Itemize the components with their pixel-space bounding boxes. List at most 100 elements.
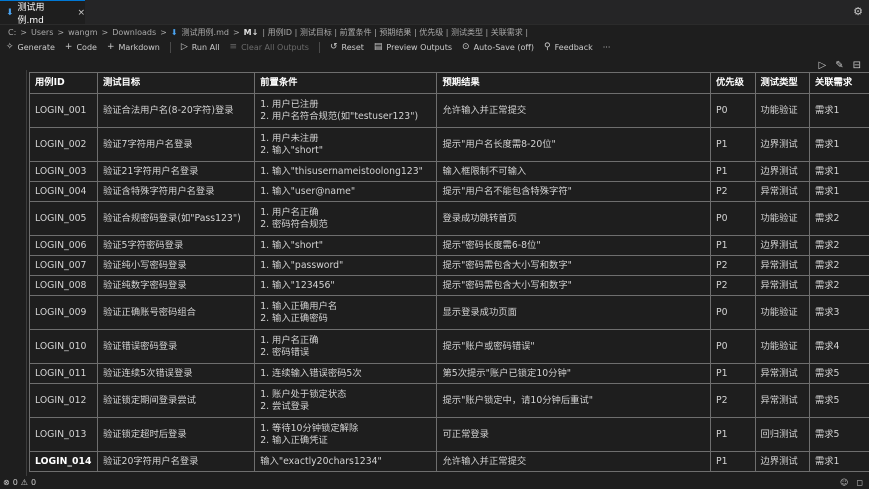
accounts-icon[interactable]: ☺ bbox=[840, 478, 848, 487]
cell-expected-result: 提示"密码长度需6-8位" bbox=[436, 235, 711, 256]
error-icon: ⊗ bbox=[3, 478, 10, 487]
cell-precondition: 1. 用户名正确 2. 密码符合规范 bbox=[254, 201, 438, 236]
more-actions-button[interactable]: ··· bbox=[603, 43, 611, 52]
cell-expected-result: 提示"账户锁定中，请10分钟后重试" bbox=[436, 383, 711, 418]
editor-tab[interactable]: ⬇ 测试用例.md × bbox=[0, 0, 85, 26]
precondition-line: 1. 用户名正确 bbox=[260, 206, 319, 218]
cell-requirement: 需求3 bbox=[808, 295, 869, 330]
precondition-line: 2. 输入"short" bbox=[260, 144, 324, 156]
cell-test-type: 异常测试 bbox=[754, 383, 810, 418]
cell-test-target: 验证合法用户名(8-20字符)登录 bbox=[96, 93, 256, 128]
error-count: 0 bbox=[12, 478, 18, 487]
cell-test-type: 功能验证 bbox=[754, 295, 810, 330]
preview-outputs-button[interactable]: ▤ Preview Outputs bbox=[374, 42, 452, 52]
markdown-symbol-icon: M↓ bbox=[243, 27, 259, 37]
cell-expected-result: 允许输入并正常提交 bbox=[436, 93, 711, 128]
markdown-cell[interactable]: 用例ID 测试目标 前置条件 预期结果 优先级 测试类型 关联需求 LOGIN_… bbox=[26, 70, 869, 476]
cell-precondition: 1. 账户处于锁定状态 2. 尝试登录 bbox=[254, 383, 438, 418]
gear-icon[interactable]: ⚙ bbox=[853, 5, 863, 18]
cell-expected-result: 提示"密码需包含大小写和数字" bbox=[436, 255, 711, 276]
breadcrumb-file[interactable]: 测试用例.md bbox=[182, 27, 229, 38]
precondition-line: 1. 账户处于锁定状态 bbox=[260, 388, 347, 400]
reset-button[interactable]: ↺ Reset bbox=[330, 42, 364, 52]
cell-requirement: 需求1 bbox=[808, 181, 869, 202]
column-header: 预期结果 bbox=[436, 72, 711, 94]
cell-expected-result: 提示"账户或密码错误" bbox=[436, 329, 711, 364]
cell-priority: P0 bbox=[709, 295, 756, 330]
cell-priority: P1 bbox=[709, 127, 756, 162]
cell-test-target: 验证20字符用户名登录 bbox=[96, 451, 256, 472]
cell-priority: P1 bbox=[709, 417, 756, 452]
cell-precondition: 1. 输入"thisusernameistoolong123" bbox=[254, 161, 438, 182]
cell-test-type: 异常测试 bbox=[754, 275, 810, 296]
cell-case-id: LOGIN_003 bbox=[29, 161, 98, 182]
plus-icon: + bbox=[64, 42, 73, 52]
table-row: LOGIN_003 验证21字符用户名登录 1. 输入"thisusernameis… bbox=[29, 161, 869, 182]
breadcrumb: C: > Users > wangm > Downloads > ⬇ 测试用例.… bbox=[8, 27, 529, 38]
table-row: LOGIN_010 验证错误密码登录 1. 用户名正确 2. 密码错误 提示"账户或密码… bbox=[29, 329, 869, 364]
cell-case-id: LOGIN_009 bbox=[29, 295, 98, 330]
breadcrumb-downloads[interactable]: Downloads bbox=[112, 28, 156, 37]
cell-case-id: LOGIN_004 bbox=[29, 181, 98, 202]
cell-case-id: LOGIN_002 bbox=[29, 127, 98, 162]
cell-case-id: LOGIN_010 bbox=[29, 329, 98, 364]
cell-precondition: 1. 用户已注册 2. 用户名符合规范(如"testuser123") bbox=[254, 93, 438, 128]
cell-priority: P0 bbox=[709, 201, 756, 236]
cell-requirement: 需求2 bbox=[808, 235, 869, 256]
clear-all-outputs-button[interactable]: ≡ Clear All Outputs bbox=[230, 42, 309, 52]
notifications-icon[interactable]: ◻ bbox=[856, 478, 863, 487]
cell-requirement: 需求2 bbox=[808, 275, 869, 296]
table-row: LOGIN_009 验证正确账号密码组合 1. 输入正确用户名 2. 输入正确密码 显示… bbox=[29, 295, 869, 330]
cell-test-type: 回归测试 bbox=[754, 417, 810, 452]
cell-case-id: LOGIN_011 bbox=[29, 363, 98, 384]
cell-test-type: 功能验证 bbox=[754, 329, 810, 364]
cell-requirement: 需求2 bbox=[808, 201, 869, 236]
cell-test-type: 功能验证 bbox=[754, 201, 810, 236]
table-header-row: 用例ID 测试目标 前置条件 预期结果 优先级 测试类型 关联需求 bbox=[29, 72, 869, 94]
breadcrumb-drive[interactable]: C: bbox=[8, 28, 16, 37]
cell-requirement: 需求4 bbox=[808, 329, 869, 364]
cell-priority: P1 bbox=[709, 451, 756, 472]
breadcrumb-users[interactable]: Users bbox=[31, 28, 53, 37]
cell-precondition: 1. 输入正确用户名 2. 输入正确密码 bbox=[254, 295, 438, 330]
cell-requirement: 需求1 bbox=[808, 127, 869, 162]
cell-expected-result: 输入框限制不可输入 bbox=[436, 161, 711, 182]
cell-expected-result: 第5次提示"账户已锁定10分钟" bbox=[436, 363, 711, 384]
notebook-toolbar: ✧ Generate + Code + Markdown ▷ Run All ≡ Clea… bbox=[6, 40, 866, 54]
generate-button[interactable]: ✧ Generate bbox=[6, 42, 55, 52]
cell-requirement: 需求1 bbox=[808, 451, 869, 472]
column-header: 优先级 bbox=[709, 72, 756, 94]
cell-precondition: 1. 连续输入错误密码5次 bbox=[254, 363, 438, 384]
breadcrumb-heading[interactable]: | 用例ID | 测试目标 | 前置条件 | 预期结果 | 优先级 | 测试类型… bbox=[262, 27, 528, 38]
table-body: LOGIN_001 验证合法用户名(8-20字符)登录 1. 用户已注册 2. 用户名… bbox=[29, 93, 869, 472]
warning-count: 0 bbox=[30, 478, 37, 487]
close-icon[interactable]: × bbox=[77, 8, 85, 18]
column-header: 用例ID bbox=[29, 72, 98, 94]
precondition-line: 1. 输入"password" bbox=[260, 259, 344, 271]
precondition-line: 1. 用户未注册 bbox=[260, 132, 319, 144]
cell-test-type: 边界测试 bbox=[754, 235, 810, 256]
add-markdown-button[interactable]: + Markdown bbox=[107, 42, 160, 52]
cell-priority: P2 bbox=[709, 181, 756, 202]
editor-tab-bar: ⬇ 测试用例.md × ⚙ bbox=[0, 0, 869, 26]
cell-requirement: 需求1 bbox=[808, 93, 869, 128]
plus-icon: + bbox=[106, 42, 115, 52]
problems-indicator[interactable]: ⊗ 0 ⚠ 0 bbox=[3, 478, 36, 487]
cell-priority: P1 bbox=[709, 363, 756, 384]
table-row: LOGIN_005 验证合规密码登录(如"Pass123") 1. 用户名正确 2. … bbox=[29, 201, 869, 236]
cell-precondition: 输入"exactly20chars1234" bbox=[254, 451, 438, 472]
table-row: LOGIN_001 验证合法用户名(8-20字符)登录 1. 用户已注册 2. 用户名… bbox=[29, 93, 869, 128]
add-code-button[interactable]: + Code bbox=[65, 42, 97, 52]
auto-save-button[interactable]: ⊙ Auto-Save (off) bbox=[462, 42, 534, 52]
column-header: 前置条件 bbox=[254, 72, 438, 94]
run-all-button[interactable]: ▷ Run All bbox=[181, 42, 220, 52]
precondition-line: 1. 输入"user@name" bbox=[260, 185, 356, 197]
cell-test-type: 功能验证 bbox=[754, 93, 810, 128]
feedback-button[interactable]: ⚲ Feedback bbox=[544, 42, 593, 52]
precondition-line: 2. 密码符合规范 bbox=[260, 218, 328, 230]
cell-test-target: 验证21字符用户名登录 bbox=[96, 161, 256, 182]
precondition-line: 1. 输入"123456" bbox=[260, 279, 335, 291]
toolbar-divider bbox=[169, 41, 171, 53]
sparkle-icon: ✧ bbox=[6, 42, 14, 52]
breadcrumb-wangm[interactable]: wangm bbox=[68, 28, 97, 37]
